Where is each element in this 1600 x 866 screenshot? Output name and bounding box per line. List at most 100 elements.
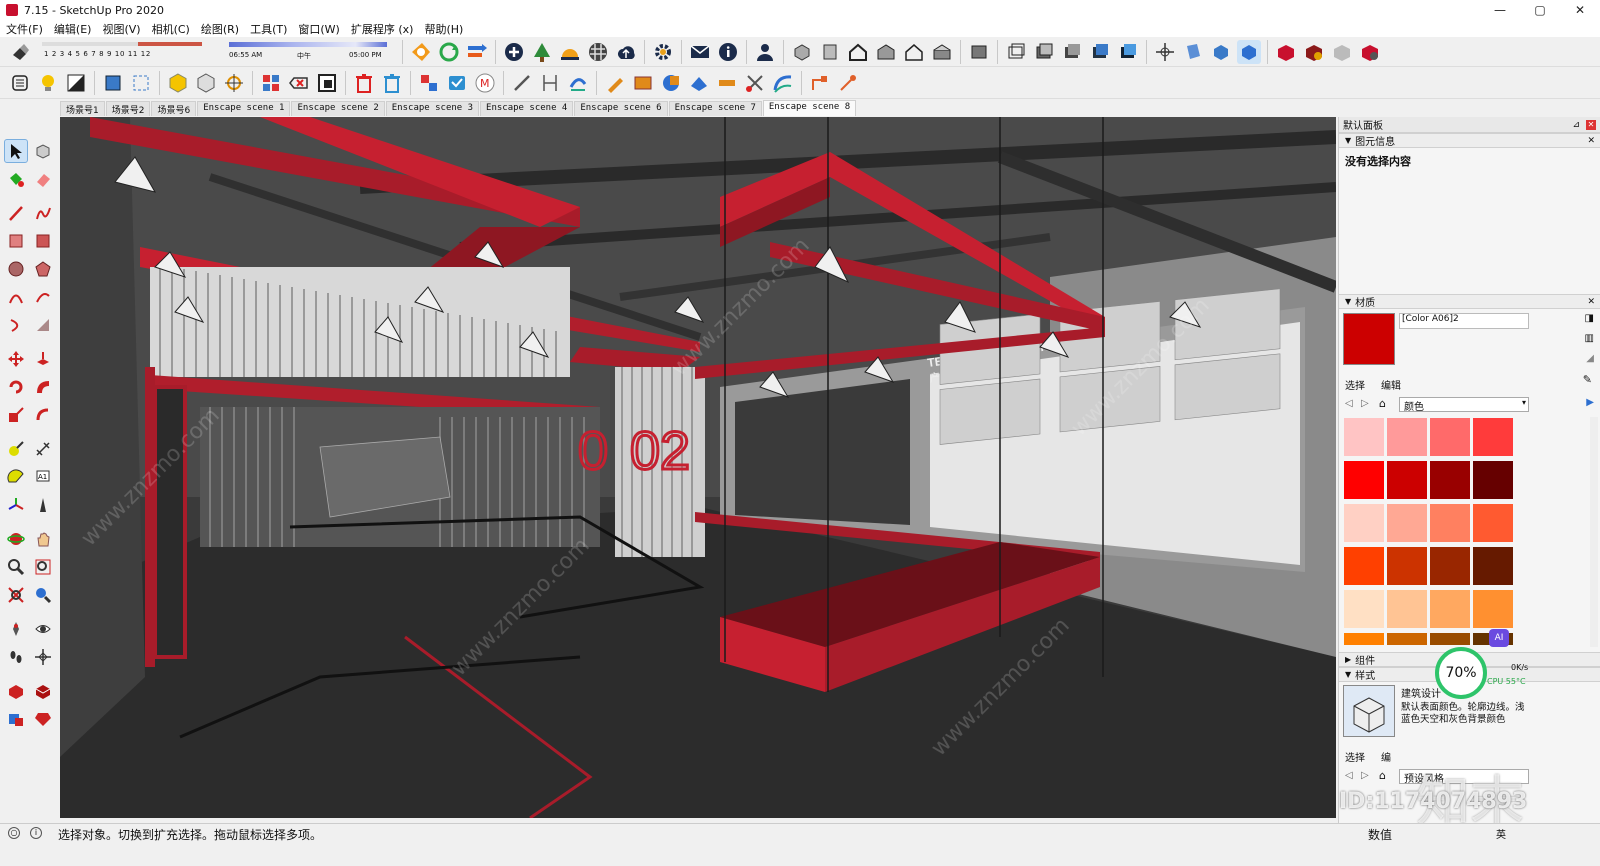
center-point-icon[interactable] [222, 71, 246, 95]
add-icon[interactable] [502, 40, 526, 64]
text-tool-icon[interactable]: A1 [31, 465, 55, 489]
rectangle-icon[interactable] [4, 229, 28, 253]
push-pull-icon[interactable] [31, 347, 55, 371]
sun-icon[interactable] [558, 40, 582, 64]
axes-icon[interactable] [4, 493, 28, 517]
three-point-arc-icon[interactable] [4, 313, 28, 337]
section-cut-icon[interactable] [1181, 40, 1205, 64]
freehand-icon[interactable] [31, 201, 55, 225]
enscape-views-icon[interactable] [465, 40, 489, 64]
material-name-field[interactable]: [Color A06]2 [1399, 313, 1529, 329]
color-swatch[interactable] [1430, 590, 1470, 628]
dimension-icon[interactable] [538, 71, 562, 95]
tab-enscape-scene-1[interactable]: Enscape scene 1 [197, 101, 291, 116]
color-swatch[interactable] [1344, 418, 1384, 456]
color-swatch[interactable] [1430, 633, 1470, 645]
model-viewport[interactable]: 0 02 TECHNOLOGY SYSTEM 产品简介 [60, 117, 1336, 818]
section-display-icon[interactable] [1209, 40, 1233, 64]
geo-location-icon[interactable]: ○ [8, 827, 20, 839]
tab-enscape-scene-4[interactable]: Enscape scene 4 [480, 101, 574, 116]
monochrome-style-icon[interactable] [1116, 40, 1140, 64]
zoom-icon[interactable] [4, 555, 28, 579]
color-swatch[interactable] [1430, 461, 1470, 499]
textured-style-icon[interactable] [1088, 40, 1112, 64]
enscape-sync-icon[interactable] [437, 40, 461, 64]
create-material-icon[interactable]: ◨ [1585, 313, 1594, 324]
shadow-time-slider[interactable]: 06:55 AM 中午 05:00 PM [227, 39, 392, 65]
front-view-icon[interactable] [846, 40, 870, 64]
extension-manager-icon[interactable] [1358, 40, 1382, 64]
color-swatch[interactable] [1344, 633, 1384, 645]
menu-draw[interactable]: 绘图(R) [199, 21, 248, 37]
bounding-box-icon[interactable] [129, 71, 153, 95]
corner-tool-icon[interactable] [808, 71, 832, 95]
color-swatch[interactable] [1344, 590, 1384, 628]
color-swatch[interactable] [1473, 590, 1513, 628]
lightbulb-icon[interactable] [36, 71, 60, 95]
info-icon[interactable] [716, 40, 740, 64]
material-library-select[interactable]: 颜色 ▾ [1399, 397, 1529, 413]
tab-enscape-scene-7[interactable]: Enscape scene 7 [668, 101, 762, 116]
entity-info-header[interactable]: ▼ 图元信息 ✕ [1339, 133, 1600, 148]
color-swatch[interactable] [1473, 504, 1513, 542]
dimension-tool-icon[interactable] [31, 437, 55, 461]
extrude-tool-icon[interactable] [687, 71, 711, 95]
iso-view-icon[interactable] [790, 40, 814, 64]
pencil-draw-icon[interactable] [603, 71, 627, 95]
tab-scene-1[interactable]: 场景号1 [60, 101, 105, 116]
frame-icon[interactable] [315, 71, 339, 95]
offset-icon[interactable] [31, 403, 55, 427]
tray-close-icon[interactable]: ✕ [1586, 119, 1596, 130]
follow-me-icon[interactable] [31, 375, 55, 399]
shadow-month-slider[interactable]: 1 2 3 4 5 6 7 8 9 10 11 12 [40, 39, 215, 65]
ime-indicator[interactable]: 英 [1496, 826, 1506, 841]
select-arrow-icon[interactable] [4, 139, 28, 163]
material-ball-icon[interactable] [586, 40, 610, 64]
zoom-extents-icon[interactable] [4, 583, 28, 607]
layers-icon[interactable] [8, 71, 32, 95]
hexagon-solid-icon[interactable] [166, 71, 190, 95]
zoom-window-icon[interactable] [31, 555, 55, 579]
scissors-icon[interactable] [743, 71, 767, 95]
move-icon[interactable] [4, 347, 28, 371]
menu-edit[interactable]: 编辑(E) [52, 21, 101, 37]
menu-tools[interactable]: 工具(T) [248, 21, 296, 37]
make-component-icon[interactable] [31, 139, 55, 163]
clear-icon[interactable] [287, 71, 311, 95]
enscape-start-icon[interactable] [409, 40, 433, 64]
materials-tab-select[interactable]: 选择 [1345, 377, 1365, 392]
color-swatch[interactable] [1344, 504, 1384, 542]
extension-warehouse-tool-icon[interactable] [4, 707, 28, 731]
share-component-icon[interactable] [31, 679, 55, 703]
brand-m-icon[interactable]: M [473, 71, 497, 95]
tree-icon[interactable] [530, 40, 554, 64]
account-icon[interactable] [753, 40, 777, 64]
rotated-rectangle-icon[interactable] [31, 229, 55, 253]
color-swatch[interactable] [1387, 504, 1427, 542]
forward-arrow-icon[interactable]: ▷ [1361, 398, 1369, 409]
material-paint-icon[interactable]: ▥ [1585, 333, 1594, 344]
menu-file[interactable]: 文件(F) [4, 21, 52, 37]
wireframe-style-icon[interactable] [1004, 40, 1028, 64]
settings-gear-icon[interactable] [651, 40, 675, 64]
top-view-icon[interactable] [818, 40, 842, 64]
menu-window[interactable]: 窗口(W) [296, 21, 348, 37]
arc-icon[interactable] [4, 285, 28, 309]
materials-header[interactable]: ▼ 材质 ✕ [1339, 294, 1600, 309]
menu-view[interactable]: 视图(V) [100, 21, 149, 37]
eraser-tool-icon[interactable] [31, 167, 55, 191]
curve-tool-icon[interactable] [771, 71, 795, 95]
sweep-icon[interactable] [566, 71, 590, 95]
color-swatch[interactable] [1387, 547, 1427, 585]
color-swatch[interactable] [1473, 461, 1513, 499]
color-swatch[interactable] [1387, 633, 1427, 645]
materials-close-icon[interactable]: ✕ [1587, 297, 1595, 307]
color-swatch[interactable] [1344, 547, 1384, 585]
3d-warehouse-tool-icon[interactable] [4, 679, 28, 703]
scale-icon[interactable] [4, 403, 28, 427]
minimize-button[interactable]: — [1480, 0, 1520, 20]
walk-footprints-icon[interactable] [4, 645, 28, 669]
hexagon-outline-icon[interactable] [194, 71, 218, 95]
corner-tool-2-icon[interactable] [836, 71, 860, 95]
close-button[interactable]: ✕ [1560, 0, 1600, 20]
